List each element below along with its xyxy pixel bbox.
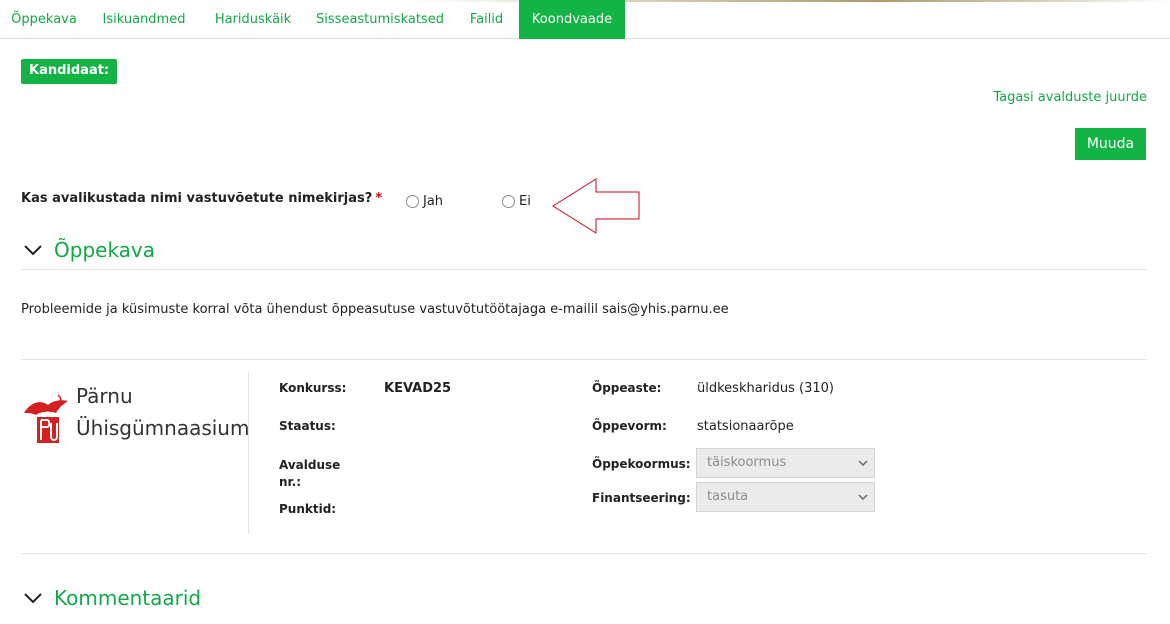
publish-name-question: Kas avalikustada nimi vastuvõetute nimek… [21, 191, 382, 206]
radio-jah[interactable]: Jah [406, 194, 443, 209]
card-divider-bottom [21, 553, 1147, 554]
contact-info-text: Probleemide ja küsimuste korral võta ühe… [21, 302, 729, 317]
radio-ei-circle[interactable] [502, 195, 515, 208]
avaldus-label: Avalduse nr.: [279, 457, 340, 491]
card-divider-top [21, 359, 1147, 360]
radio-jah-label: Jah [423, 194, 444, 209]
school-logo-icon [24, 394, 68, 443]
avaldus-label-line1: Avalduse [279, 458, 341, 472]
oppekoormus-select[interactable]: täiskoormus [696, 448, 875, 478]
radio-jah-circle[interactable] [406, 195, 419, 208]
oppevorm-value: statsionaarõpe [697, 419, 794, 434]
oppeaste-label: Õppeaste: [592, 381, 662, 395]
radio-ei[interactable]: Ei [502, 194, 531, 209]
section-kommentaarid-header[interactable]: Kommentaarid [21, 583, 201, 613]
candidate-badge: Kandidaat: [21, 59, 118, 84]
punktid-label: Punktid: [279, 502, 337, 516]
staatus-label: Staatus: [279, 419, 336, 433]
finantseering-select-value: tasuta [707, 489, 749, 504]
required-mark: * [375, 191, 383, 206]
section-oppekava-title: Õppekava [54, 238, 156, 262]
oppevorm-label: Õppevorm: [592, 419, 667, 433]
tab-sisseastumiskatsed[interactable]: Sisseastumiskatsed [306, 0, 454, 39]
oppekoormus-label: Õppekoormus: [592, 457, 691, 471]
tab-koondvaade[interactable]: Koondvaade [519, 0, 625, 39]
finantseering-label: Finantseering: [592, 491, 691, 505]
section-kommentaarid-title: Kommentaarid [54, 586, 202, 610]
tab-oppekava[interactable]: Õppekava [0, 0, 88, 39]
chevron-down-icon [24, 593, 42, 604]
edit-button[interactable]: Muuda [1075, 128, 1146, 160]
annotation-arrow-left [552, 178, 640, 234]
konkurss-value: KEVAD25 [384, 381, 452, 396]
tab-isikuandmed[interactable]: Isikuandmed [88, 0, 200, 39]
school-name-line1: Pärnu [76, 384, 133, 408]
finantseering-select[interactable]: tasuta [696, 482, 875, 512]
section-oppekava-header[interactable]: Õppekava [21, 235, 155, 265]
avaldus-label-line2: nr.: [279, 475, 302, 489]
section-divider [21, 269, 1147, 270]
chevron-down-icon [24, 245, 42, 256]
tab-bar: Õppekava Isikuandmed Hariduskäik Sisseas… [0, 0, 1170, 39]
school-name: Pärnu Ühisgümnaasium [76, 380, 249, 444]
radio-ei-label: Ei [519, 194, 531, 209]
oppekoormus-select-value: täiskoormus [707, 455, 787, 470]
school-name-line2: Ühisgümnaasium [76, 416, 250, 440]
tab-failid[interactable]: Failid [454, 0, 519, 39]
card-vertical-divider [248, 372, 249, 534]
publish-name-label: Kas avalikustada nimi vastuvõetute nimek… [21, 191, 373, 206]
chevron-down-icon [858, 460, 868, 467]
back-to-applications-link[interactable]: Tagasi avalduste juurde [993, 90, 1147, 105]
chevron-down-icon [858, 494, 868, 501]
oppeaste-value: üldkeskharidus (310) [697, 381, 834, 396]
tab-hariduskaik[interactable]: Hariduskäik [200, 0, 306, 39]
konkurss-label: Konkurss: [279, 381, 347, 395]
